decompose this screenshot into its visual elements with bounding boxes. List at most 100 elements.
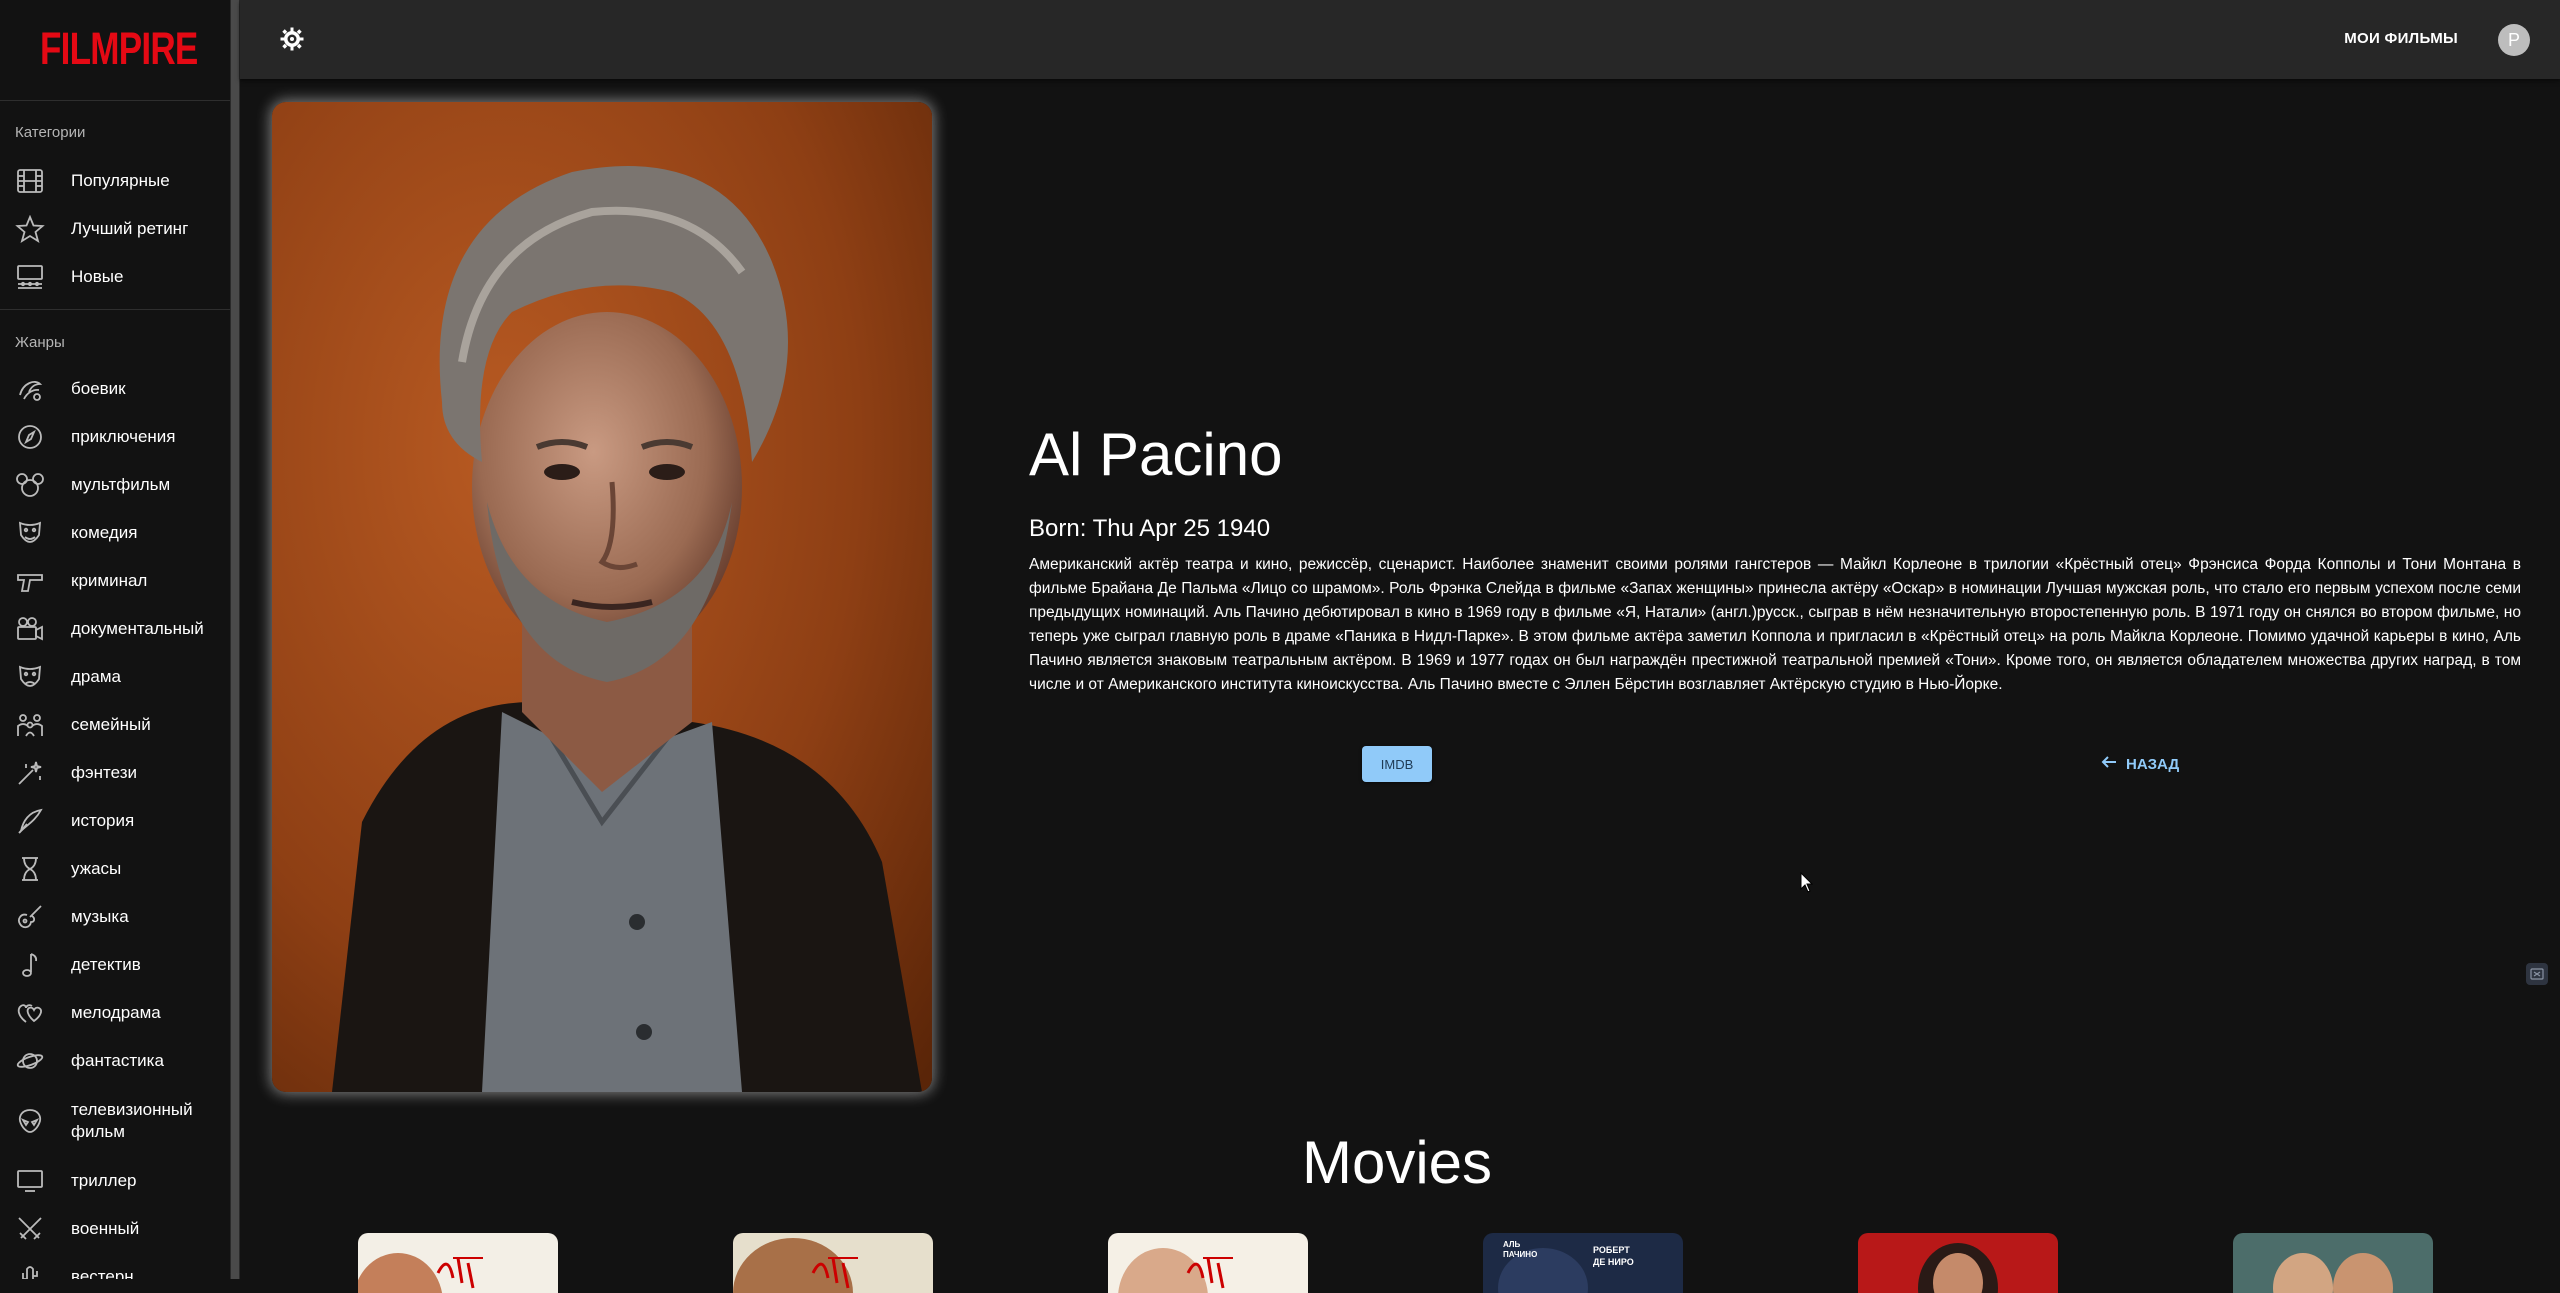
sidebar-item-tv-movie[interactable]: телевизионный фильм xyxy=(0,1085,230,1157)
hearts-icon xyxy=(14,999,46,1027)
sidebar-item-label: история xyxy=(71,811,135,830)
sidebar-item-crime[interactable]: криминал xyxy=(0,557,230,605)
guitar-icon xyxy=(14,903,46,931)
sidebar-divider xyxy=(0,309,230,310)
compass-icon xyxy=(14,423,46,451)
sidebar-item-action[interactable]: боевик xyxy=(0,365,230,413)
drama-mask-icon xyxy=(14,663,46,691)
sidebar-item-upcoming[interactable]: Новые xyxy=(0,253,230,301)
sidebar-item-label: комедия xyxy=(71,523,138,542)
sidebar-item-label: приключения xyxy=(71,427,176,446)
sidebar: FILMPIRE Категории Популярные Лучший рет… xyxy=(0,0,230,1279)
sidebar-item-horror[interactable]: ужасы xyxy=(0,845,230,893)
svg-text:ПАЧИНО: ПАЧИНО xyxy=(1503,1250,1537,1259)
crossed-swords-icon xyxy=(14,1215,46,1243)
alien-icon xyxy=(14,1107,46,1135)
sidebar-item-label: вестерн xyxy=(71,1267,134,1279)
sidebar-item-top-rated[interactable]: Лучший ретинг xyxy=(0,205,230,253)
mouse-cursor-icon xyxy=(1800,871,1814,894)
filmpire-logo[interactable]: FILMPIRE xyxy=(40,23,230,74)
categories-heading: Категории xyxy=(15,124,86,141)
scrollbar-thumb[interactable] xyxy=(231,0,239,1279)
sidebar-item-label: мультфильм xyxy=(71,475,171,494)
logo-text: FILMPIRE xyxy=(40,23,198,74)
sidebar-item-label: музыка xyxy=(71,907,129,926)
sidebar-item-label: документальный xyxy=(71,619,204,638)
sidebar-item-animation[interactable]: мультфильм xyxy=(0,461,230,509)
person-name: Al Pacino xyxy=(1029,421,1283,488)
sidebar-item-label: триллер xyxy=(71,1171,137,1190)
sidebar-item-label: криминал xyxy=(71,571,148,590)
sidebar-item-label: драма xyxy=(71,667,121,686)
my-movies-link[interactable]: МОИ ФИЛЬМЫ xyxy=(2344,30,2458,47)
movie-poster[interactable]: РОБЕРТ ДЕ НИРО АЛЬ ПАЧИНО xyxy=(1483,1233,1683,1293)
quill-icon xyxy=(14,807,46,835)
sidebar-item-label: фэнтези xyxy=(71,763,138,782)
sidebar-item-popular[interactable]: Популярные xyxy=(0,157,230,205)
sidebar-item-label: Лучший ретинг xyxy=(71,219,189,238)
sidebar-item-label: боевик xyxy=(71,379,126,398)
svg-text:РОБЕРТ: РОБЕРТ xyxy=(1593,1245,1630,1255)
sidebar-item-label: военный xyxy=(71,1219,140,1238)
cinema-screen-icon xyxy=(14,263,46,291)
brightness-icon[interactable] xyxy=(280,27,304,51)
actor-photo xyxy=(272,102,932,1092)
back-label: НАЗАД xyxy=(2126,755,2180,773)
sidebar-item-thriller[interactable]: триллер xyxy=(0,1157,230,1205)
translate-widget-icon[interactable] xyxy=(2526,963,2548,985)
sidebar-item-label: фантастика xyxy=(71,1051,164,1070)
sidebar-scrollbar[interactable] xyxy=(230,0,240,1279)
sidebar-item-label: Новые xyxy=(71,267,124,286)
film-icon xyxy=(14,167,46,195)
movie-camera-icon xyxy=(14,615,46,643)
genres-heading: Жанры xyxy=(15,334,65,351)
sidebar-item-mystery[interactable]: детектив xyxy=(0,941,230,989)
svg-text:АЛЬ: АЛЬ xyxy=(1503,1240,1520,1249)
movie-poster[interactable] xyxy=(733,1233,933,1293)
comedy-mask-icon xyxy=(14,519,46,547)
sidebar-item-label: мелодрама xyxy=(71,1003,161,1022)
mouse-ears-icon xyxy=(14,471,46,499)
sidebar-item-science-fiction[interactable]: фантастика xyxy=(0,1037,230,1085)
sidebar-item-war[interactable]: военный xyxy=(0,1205,230,1253)
sidebar-item-label: Популярные xyxy=(71,171,170,190)
sidebar-item-music[interactable]: музыка xyxy=(0,893,230,941)
cactus-icon xyxy=(14,1263,46,1279)
pistol-icon xyxy=(14,567,46,595)
imdb-button[interactable]: IMDB xyxy=(1362,746,1432,782)
star-icon xyxy=(14,215,46,243)
sidebar-item-fantasy[interactable]: фэнтези xyxy=(0,749,230,797)
tv-icon xyxy=(14,1167,46,1195)
sidebar-item-comedy[interactable]: комедия xyxy=(0,509,230,557)
sidebar-item-label: ужасы xyxy=(71,859,122,878)
sidebar-item-adventure[interactable]: приключения xyxy=(0,413,230,461)
sidebar-item-drama[interactable]: драма xyxy=(0,653,230,701)
sidebar-item-family[interactable]: семейный xyxy=(0,701,230,749)
sidebar-item-romance[interactable]: мелодрама xyxy=(0,989,230,1037)
sidebar-item-label: телевизионный фильм xyxy=(71,1100,193,1141)
sidebar-item-label: детектив xyxy=(71,955,141,974)
sidebar-item-label: семейный xyxy=(71,715,151,734)
topbar: МОИ ФИЛЬМЫ P xyxy=(240,0,2560,79)
movie-poster[interactable] xyxy=(2233,1233,2433,1293)
family-icon xyxy=(14,711,46,739)
arrow-left-icon xyxy=(2100,753,2118,775)
svg-text:ДЕ НИРО: ДЕ НИРО xyxy=(1593,1257,1634,1267)
sidebar-divider xyxy=(0,100,230,101)
sidebar-item-history[interactable]: история xyxy=(0,797,230,845)
movies-heading: Movies xyxy=(1301,1129,1493,1196)
action-icon xyxy=(14,375,46,403)
movie-poster[interactable] xyxy=(1858,1233,2058,1293)
magic-wand-icon xyxy=(14,759,46,787)
hourglass-icon xyxy=(14,855,46,883)
music-note-icon xyxy=(14,951,46,979)
back-button[interactable]: НАЗАД xyxy=(2100,746,2179,782)
sidebar-item-western[interactable]: вестерн xyxy=(0,1253,230,1279)
birth-date: Born: Thu Apr 25 1940 xyxy=(1029,515,1271,542)
avatar[interactable]: P xyxy=(2498,24,2530,56)
biography-text: Американский актёр театра и кино, режисс… xyxy=(1029,556,2521,693)
movie-poster[interactable] xyxy=(358,1233,558,1293)
planet-icon xyxy=(14,1047,46,1075)
movie-poster[interactable] xyxy=(1108,1233,1308,1293)
sidebar-item-documentary[interactable]: документальный xyxy=(0,605,230,653)
